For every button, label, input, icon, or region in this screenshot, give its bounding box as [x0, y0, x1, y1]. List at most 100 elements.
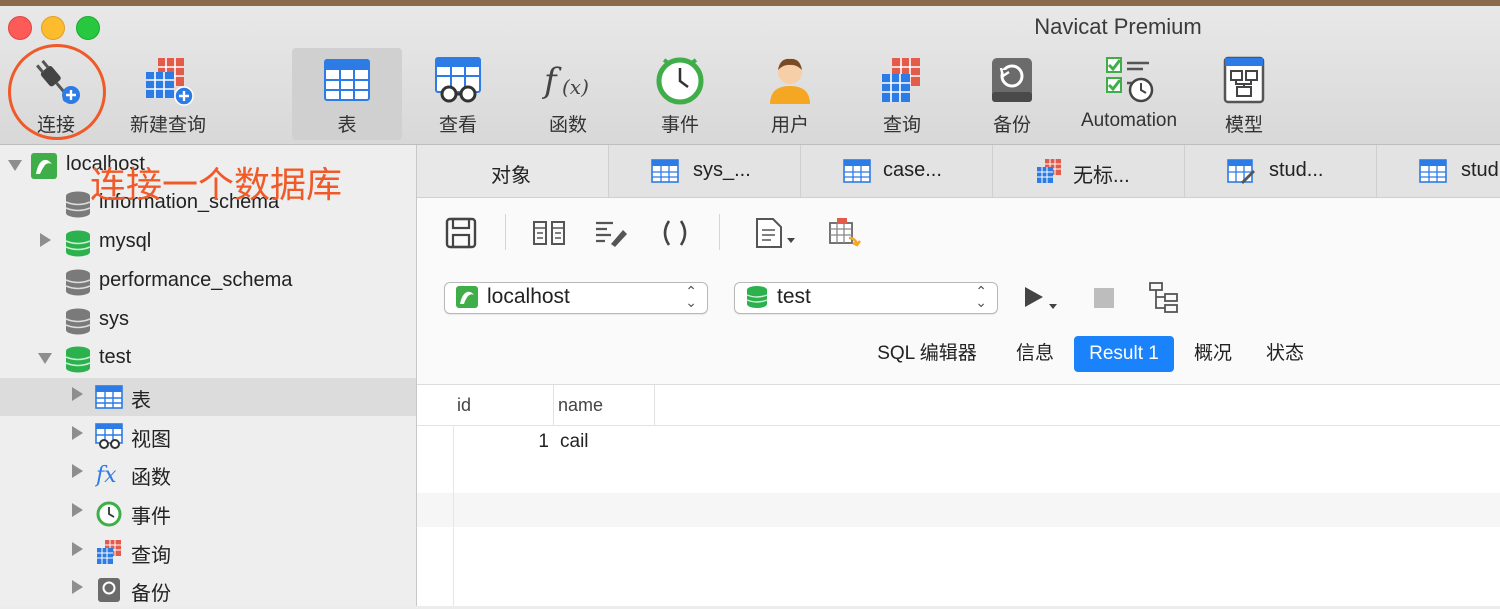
disclosure-closed-icon[interactable] [72, 580, 83, 594]
tree-item-queries[interactable]: 查询 [0, 533, 416, 571]
mysql-connection-icon [456, 286, 478, 308]
stop-icon[interactable] [1092, 286, 1116, 310]
disclosure-open-icon[interactable] [8, 160, 22, 171]
toolbar-model-button[interactable]: 模型 [1198, 48, 1290, 140]
toolbar-function-label: 函数 [548, 115, 587, 136]
tab-label: 对象 [491, 165, 531, 187]
tab-query[interactable]: 无标... [993, 145, 1185, 197]
automation-icon [1106, 57, 1154, 103]
svg-text:(x): (x) [562, 75, 589, 99]
tab-table-design[interactable]: stud... [1185, 145, 1377, 197]
result-grid-header: id name [417, 385, 1500, 426]
toolbar-query-button[interactable]: 查询 [856, 48, 948, 140]
user-icon [770, 58, 810, 104]
tree-item-label: test [99, 346, 132, 368]
query-icon [1037, 159, 1061, 183]
svg-text:fx: fx [95, 463, 117, 488]
toolbar-user-button[interactable]: 用户 [744, 48, 836, 140]
tab-result-1[interactable]: Result 1 [1074, 336, 1174, 372]
tab-label: stud [1461, 159, 1499, 181]
table-icon [843, 159, 871, 183]
cell-name[interactable]: cail [560, 425, 760, 459]
export-results-icon[interactable] [827, 216, 863, 250]
save-icon[interactable] [443, 216, 479, 250]
toolbar-user-label: 用户 [770, 115, 809, 136]
query-toolbar [417, 198, 1500, 268]
tab-sql-editor[interactable]: SQL 编辑器 [867, 336, 987, 372]
tree-item-label: performance_schema [99, 269, 293, 291]
select-stepper-icon: ⌃ ⌄ [975, 283, 987, 310]
disclosure-closed-icon[interactable] [72, 426, 83, 440]
database-icon [746, 286, 768, 308]
tab-info[interactable]: 信息 [1005, 336, 1065, 372]
tab-objects[interactable]: 对象 [417, 145, 609, 197]
column-header-name[interactable]: name [554, 385, 655, 425]
tree-item-database[interactable]: performance_schema [0, 263, 416, 301]
disclosure-closed-icon[interactable] [40, 233, 51, 247]
tree-item-database[interactable]: sys [0, 302, 416, 340]
toolbar-backup-button[interactable]: 备份 [966, 48, 1058, 140]
tree-item-backups[interactable]: 备份 [0, 571, 416, 609]
tree-item-label: 视图 [131, 429, 171, 451]
database-icon [65, 269, 91, 296]
disclosure-closed-icon[interactable] [72, 542, 83, 556]
tab-table[interactable]: case... [801, 145, 993, 197]
result-tabs: SQL 编辑器 信息 Result 1 概况 状态 [417, 328, 1500, 385]
toolbar-divider [719, 214, 720, 250]
tab-status[interactable]: 状态 [1257, 336, 1313, 372]
query-builder-icon[interactable] [531, 216, 567, 250]
beautify-sql-icon[interactable] [593, 216, 629, 250]
function-icon: fx [95, 463, 117, 488]
select-stepper-icon: ⌃ ⌄ [685, 283, 697, 310]
table-edit-icon [1227, 159, 1255, 184]
zoom-button[interactable] [76, 16, 100, 40]
table-icon [1419, 159, 1447, 183]
tab-table[interactable]: stud [1377, 145, 1500, 197]
toolbar-view-label: 查看 [438, 115, 477, 136]
database-select-value: test [777, 285, 811, 308]
table-row[interactable]: 1 cail [417, 425, 1500, 459]
toolbar-function-button[interactable]: f (x) 函数 [522, 48, 614, 140]
explain-icon[interactable] [1147, 280, 1183, 314]
disclosure-closed-icon[interactable] [72, 464, 83, 478]
result-grid: id name 1 cail [417, 385, 1500, 606]
tree-item-functions[interactable]: fx 函数 [0, 455, 416, 493]
column-header-id[interactable]: id [453, 385, 554, 425]
tree-item-views[interactable]: 视图 [0, 417, 416, 455]
connection-select[interactable]: localhost ⌃ ⌄ [444, 282, 708, 314]
tree-item-label: 函数 [131, 467, 171, 489]
tree-item-tables[interactable]: 表 [0, 378, 416, 416]
table-icon [324, 59, 370, 101]
tab-label: case... [883, 159, 942, 181]
tab-profile[interactable]: 概况 [1185, 336, 1241, 372]
tree-item-label: 事件 [131, 506, 171, 528]
query-icon [97, 540, 121, 564]
toolbar-view-button[interactable]: 查看 [412, 48, 504, 140]
toolbar-table-button[interactable]: 表 [292, 48, 402, 140]
toolbar-event-button[interactable]: 事件 [634, 48, 726, 140]
run-icon[interactable] [1021, 284, 1063, 312]
svg-text:f: f [542, 61, 562, 101]
disclosure-closed-icon[interactable] [72, 503, 83, 517]
tab-label: sys_... [693, 159, 751, 181]
annotation-circle [8, 44, 106, 140]
tab-table[interactable]: sys_... [609, 145, 801, 197]
code-snippet-icon[interactable] [751, 216, 801, 250]
connection-select-value: localhost [487, 285, 570, 308]
table-icon [651, 159, 679, 183]
disclosure-open-icon[interactable] [38, 353, 52, 364]
tree-item-database[interactable]: mysql [0, 224, 416, 262]
toolbar-new-query-label: 新建查询 [129, 115, 206, 136]
toolbar-new-query-button[interactable]: 新建查询 [118, 48, 218, 140]
disclosure-closed-icon[interactable] [72, 387, 83, 401]
database-icon [65, 308, 91, 335]
close-button[interactable] [8, 16, 32, 40]
tree-item-label: 表 [131, 390, 151, 412]
database-select[interactable]: test ⌃ ⌄ [734, 282, 998, 314]
parentheses-icon[interactable] [657, 216, 693, 250]
tree-item-events[interactable]: 事件 [0, 494, 416, 532]
toolbar-automation-button[interactable]: Automation [1070, 48, 1188, 140]
minimize-button[interactable] [41, 16, 65, 40]
tree-item-database[interactable]: test [0, 340, 416, 378]
cell-id[interactable]: 1 [453, 425, 549, 459]
